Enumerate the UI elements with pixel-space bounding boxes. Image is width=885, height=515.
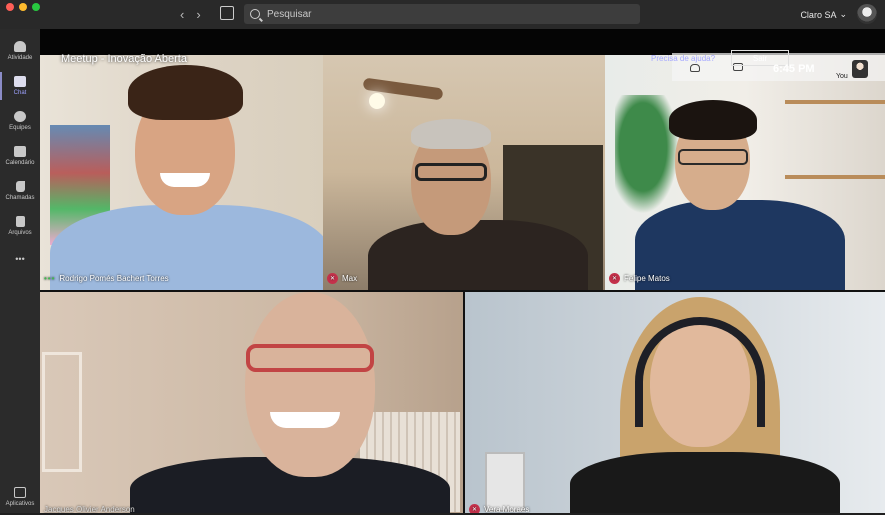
rail-item-label: Equipes [9, 125, 31, 131]
org-name: Claro SA [800, 9, 837, 20]
participants-icon[interactable] [690, 64, 700, 72]
participant-name: Vera Moraes [484, 504, 530, 514]
bell-icon [14, 41, 26, 52]
phone-icon [15, 181, 25, 192]
teams-icon [14, 111, 26, 122]
app-rail: Atividade Chat Equipes Calendário Chamad… [0, 29, 40, 513]
mic-off-icon: ✕ [469, 503, 480, 513]
mic-off-icon: ✕ [609, 272, 620, 284]
glasses [678, 149, 748, 165]
rail-item-label: Arquivos [8, 230, 32, 236]
chat-icon [14, 76, 26, 87]
more-apps-button[interactable]: ••• [0, 241, 40, 277]
chevron-down-icon: ⌄ [839, 9, 847, 19]
self-video-thumbnail[interactable] [852, 60, 868, 78]
participant-nameplate: ✕ Max [323, 270, 363, 286]
participant-name: Max [342, 273, 358, 283]
history-nav: ‹ › [180, 7, 201, 22]
compose-icon[interactable] [220, 6, 234, 20]
participant-nameplate: ••• Rodrigo Pomés Bachert Torres [40, 270, 175, 286]
rail-item-files[interactable]: Arquivos [0, 208, 40, 244]
apps-icon [14, 487, 26, 498]
video-tile-rodrigo[interactable]: ••• Rodrigo Pomés Bachert Torres [40, 55, 323, 290]
participant-hair [669, 100, 757, 140]
smile [160, 173, 210, 187]
shelf [785, 100, 885, 104]
meeting-title: Meetup - Inovação Aberta [61, 53, 187, 65]
video-stage: ••• Rodrigo Pomés Bachert Torres ✕ Max ✕… [40, 55, 885, 513]
calendar-icon [14, 146, 26, 157]
rail-item-chat[interactable]: Chat [0, 68, 40, 104]
participant-hair [411, 119, 491, 149]
rail-item-teams[interactable]: Equipes [0, 103, 40, 139]
search-icon [250, 9, 260, 19]
rail-item-label: Chat [13, 90, 27, 96]
picture-frame [42, 352, 82, 472]
mic-off-icon: ✕ [327, 272, 338, 284]
ceiling-light [369, 93, 385, 109]
rail-item-label: Chamadas [5, 195, 35, 201]
title-bar: ‹ › Pesquisar Claro SA ⌄ [0, 0, 885, 29]
org-switcher[interactable]: Claro SA ⌄ [800, 9, 847, 20]
participant-name: Felipe Matos [624, 273, 670, 283]
participant-name: Jacques Olivier Anderson [44, 504, 135, 514]
video-tile-max[interactable]: ✕ Max [323, 55, 605, 290]
forward-button[interactable]: › [196, 7, 200, 22]
participant-nameplate: ✕ Felipe Matos [605, 270, 676, 286]
participant-nameplate: Jacques Olivier Anderson [40, 501, 141, 514]
participant-head [245, 292, 375, 477]
close-window-button[interactable] [6, 3, 14, 11]
help-link[interactable]: Precisa de ajuda? [651, 54, 715, 63]
maximize-window-button[interactable] [32, 3, 40, 11]
minimize-window-button[interactable] [19, 3, 27, 11]
rail-item-label: Atividade [7, 55, 33, 61]
smile [270, 412, 340, 428]
participant-nameplate: ✕ Vera Moraes [465, 501, 535, 513]
self-label: You [836, 73, 848, 80]
shelf [785, 175, 885, 179]
search-placeholder: Pesquisar [267, 8, 312, 20]
glasses [246, 344, 374, 372]
rail-item-apps[interactable]: Aplicativos [0, 479, 40, 515]
avatar[interactable] [857, 4, 877, 24]
video-tile-felipe[interactable]: ✕ Felipe Matos [605, 55, 885, 290]
rail-item-activity[interactable]: Atividade [0, 33, 40, 69]
meeting-clock: 6:45 PM [773, 63, 815, 75]
ellipsis-icon: ••• [15, 254, 25, 264]
video-tile-jacques[interactable]: Jacques Olivier Anderson [40, 292, 463, 513]
window-controls [6, 3, 40, 11]
glasses [415, 163, 487, 181]
back-button[interactable]: ‹ [180, 7, 184, 22]
participant-hair [128, 65, 243, 120]
speaking-indicator-icon: ••• [44, 273, 56, 283]
rail-item-calls[interactable]: Chamadas [0, 173, 40, 209]
rail-item-calendar[interactable]: Calendário [0, 138, 40, 174]
file-icon [15, 216, 25, 227]
participant-body [368, 220, 588, 290]
participant-name: Rodrigo Pomés Bachert Torres [59, 273, 169, 283]
rail-item-label: Aplicativos [5, 501, 35, 507]
video-tile-vera[interactable]: ✕ Vera Moraes [465, 292, 885, 513]
rail-item-label: Calendário [5, 160, 35, 166]
participant-body [570, 452, 840, 513]
search-input[interactable]: Pesquisar [244, 4, 640, 24]
